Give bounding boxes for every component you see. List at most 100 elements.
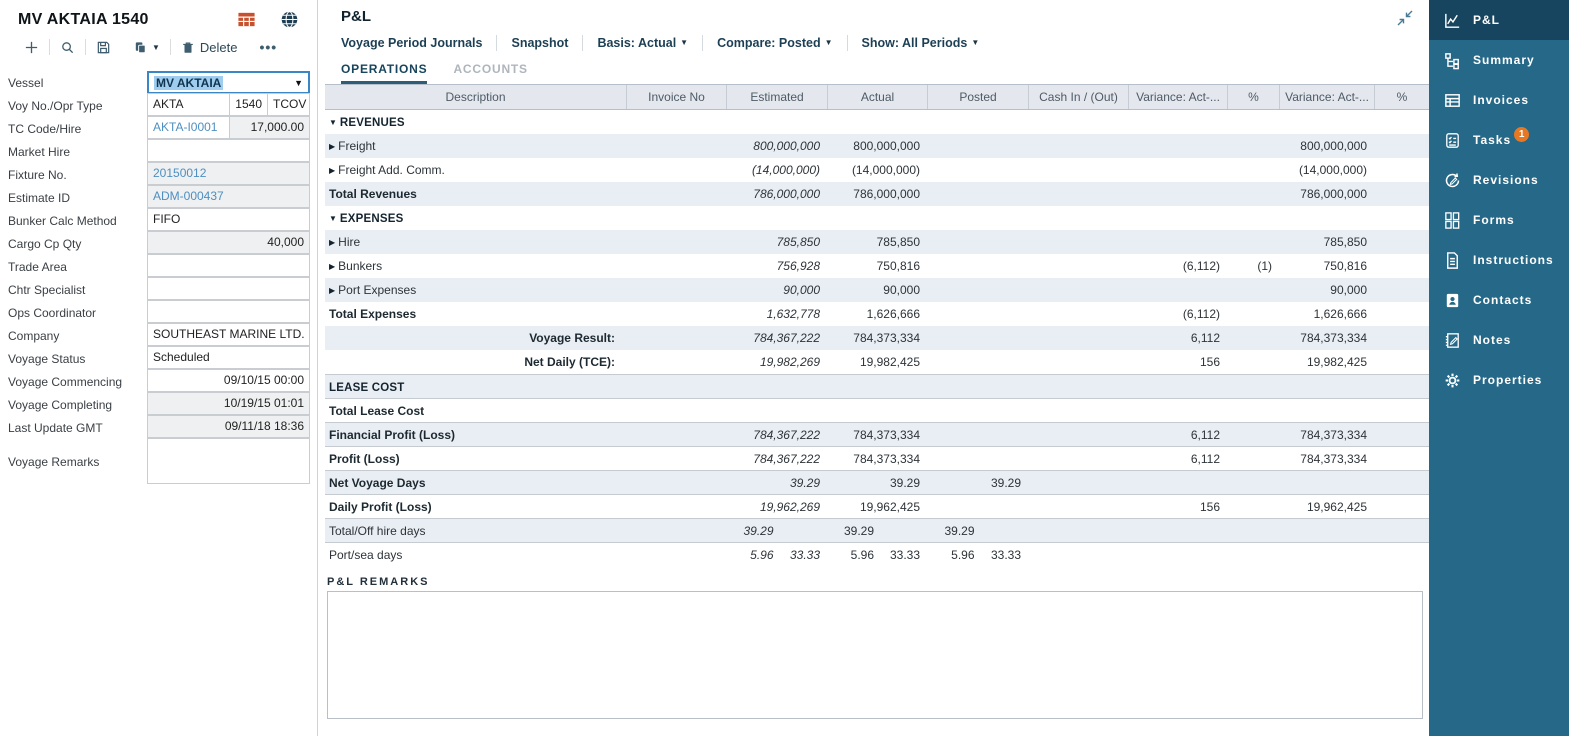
cell-var2: 90,000 [1280,278,1375,302]
sidebar-item-pl[interactable]: P&L [1429,0,1569,40]
column-header[interactable]: Posted [928,85,1029,109]
expand-arrow-icon[interactable]: ▶ [329,142,335,151]
collapse-arrow-icon[interactable]: ▼ [329,214,337,223]
cell-var1 [1129,399,1228,423]
sidebar-item-instructions[interactable]: Instructions [1429,240,1569,280]
pl-row: ▶Freight Add. Comm.(14,000,000)(14,000,0… [325,158,1429,182]
expand-arrow-icon[interactable]: ▶ [329,166,335,175]
table-grid-icon[interactable] [237,10,256,29]
column-header[interactable]: % [1375,85,1429,109]
sidebar-item-properties[interactable]: Properties [1429,360,1569,400]
voyage-code-cell[interactable]: AKTA [147,93,230,116]
cell-act: 784,373,334 [828,447,928,471]
tab-accounts[interactable]: ACCOUNTS [453,62,527,84]
field-value-area [147,140,310,163]
chevron-down-icon: ▼ [680,38,688,47]
row-description: Total Lease Cost [325,399,627,423]
tc-code-link[interactable]: AKTA-I0001 [147,116,230,139]
column-header[interactable]: Variance: Act-... [1129,85,1228,109]
field-input[interactable] [147,139,310,162]
sidebar-item-invoices[interactable]: Invoices [1429,80,1569,120]
row-label: Freight Add. Comm. [338,163,445,177]
tab-operations[interactable]: OPERATIONS [341,62,427,84]
pl-toolbar-button[interactable]: Snapshot [511,36,568,50]
column-header[interactable]: Estimated [727,85,828,109]
field-input[interactable]: FIFO [147,208,310,231]
pl-toolbar-button[interactable]: Compare: Posted▼ [717,36,832,50]
delete-button[interactable]: Delete [181,40,238,55]
field-input[interactable] [147,254,310,277]
cell-sub-value: 33.33 [774,543,821,567]
expand-arrow-icon[interactable]: ▶ [329,262,335,271]
field-input[interactable]: Scheduled [147,346,310,369]
cell-var2: 19,962,425 [1280,495,1375,519]
pl-toolbar-button[interactable]: Show: All Periods▼ [862,36,980,50]
field-value-area [147,439,310,485]
sidebar-item-revisions[interactable]: Revisions [1429,160,1569,200]
field-input[interactable] [147,438,310,484]
row-label: Bunkers [338,259,382,273]
page-title: P&L [319,0,1429,25]
save-button[interactable] [96,40,111,55]
column-header[interactable]: Invoice No [627,85,727,109]
voyage-title: MV AKTAIA 1540 [18,11,237,29]
sidebar-item-tasks[interactable]: Tasks1 [1429,120,1569,160]
cell-pct1 [1228,423,1280,447]
field-input[interactable] [147,300,310,323]
field-label: Bunker Calc Method [0,209,147,232]
globe-icon[interactable] [280,10,299,29]
cell-inv [627,543,727,567]
expand-arrow-icon[interactable]: ▶ [329,238,335,247]
add-button[interactable] [24,40,39,55]
cell-cash [1029,350,1129,374]
sidebar-item-notes[interactable]: Notes [1429,320,1569,360]
sidebar-item-label: Revisions [1473,173,1539,187]
cell-pct2 [1375,350,1429,374]
row-description: Total/Off hire days [325,519,627,543]
copy-menu-button[interactable]: ▼ [133,40,160,55]
field-input[interactable]: SOUTHEAST MARINE LTD. [147,323,310,346]
column-header[interactable]: Description [325,85,627,109]
sidebar-item-summary[interactable]: Summary [1429,40,1569,80]
field-row: Estimate IDADM-000437 [0,186,317,209]
row-description: Daily Profit (Loss) [325,495,627,519]
voyage-number-cell[interactable]: 1540 [229,93,268,116]
field-input[interactable]: 09/10/15 00:00 [147,369,310,392]
row-label: Freight [338,139,375,153]
pl-row: Profit (Loss)784,367,222784,373,3346,112… [325,446,1429,470]
column-header[interactable]: % [1228,85,1280,109]
cell-var1 [1129,278,1228,302]
search-button[interactable] [60,40,75,55]
field-input[interactable] [147,277,310,300]
toolbar-divider [702,35,703,51]
field-label: Voyage Status [0,347,147,370]
cell-cash [1029,182,1129,206]
collapse-panel-icon[interactable] [1395,8,1415,28]
column-header[interactable]: Cash In / (Out) [1029,85,1129,109]
voyage-opr-type-cell[interactable]: TCOV [267,93,310,116]
pl-toolbar-button[interactable]: Basis: Actual▼ [597,36,688,50]
field-value-area [147,301,310,324]
field-value-area: MV AKTAIA▼ [147,71,310,94]
expand-arrow-icon[interactable]: ▶ [329,286,335,295]
field-label: Last Update GMT [0,416,147,439]
column-header[interactable]: Actual [828,85,928,109]
row-label: Hire [338,235,360,249]
cell-pct2 [1375,423,1429,447]
remarks-textarea[interactable] [327,591,1423,719]
column-header[interactable]: Variance: Act-... [1280,85,1375,109]
sidebar-item-forms[interactable]: Forms [1429,200,1569,240]
pl-toolbar-button[interactable]: Voyage Period Journals [341,36,482,50]
cell-var1 [1129,375,1228,399]
row-description: Net Daily (TCE): [325,350,627,374]
row-description: Total Expenses [325,302,627,326]
more-options-button[interactable]: ••• [260,39,278,55]
cell-var2: (14,000,000) [1280,158,1375,182]
vessel-combobox[interactable]: MV AKTAIA▼ [147,71,310,94]
collapse-arrow-icon[interactable]: ▼ [329,118,337,127]
pl-section-row: ▼EXPENSES [325,206,1429,230]
sidebar-item-contacts[interactable]: Contacts [1429,280,1569,320]
cell-post [928,230,1029,254]
cell-pct1 [1228,326,1280,350]
cell-sub-value: 5.96 [928,543,975,567]
